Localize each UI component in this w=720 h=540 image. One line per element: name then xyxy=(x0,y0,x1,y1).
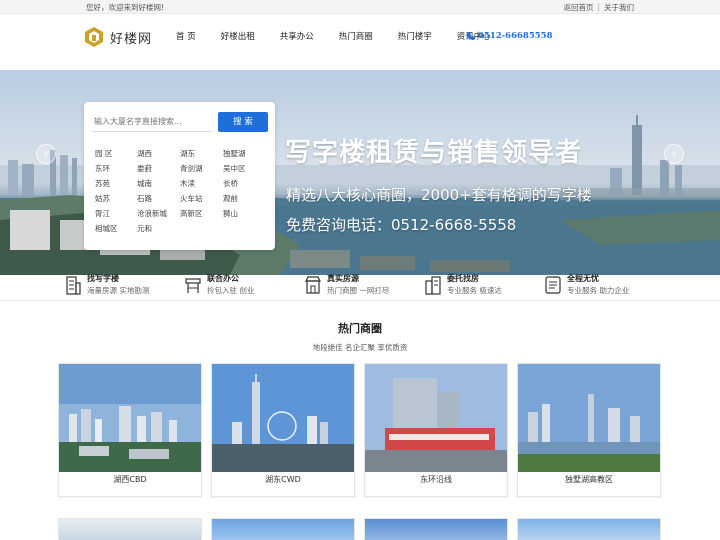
circle-name: 湖东CWD xyxy=(265,475,301,484)
search-button[interactable]: 搜 索 xyxy=(218,112,268,132)
site-name: 好楼网 xyxy=(110,31,153,47)
phone-number: 0512-66685558 xyxy=(478,31,553,41)
circle-card[interactable]: 湖东CWD xyxy=(211,363,355,497)
main-nav: 首 页 好楼出租 共享办公 热门商圈 热门楼宇 资讯中心 xyxy=(168,30,508,44)
district-link[interactable]: 长桥 xyxy=(223,179,267,189)
district-link[interactable]: 娄葑 xyxy=(137,164,180,174)
circle-name: 东环沿线 xyxy=(420,475,452,484)
welcome-text: 您好，欢迎来到好楼网! xyxy=(86,3,165,12)
feature-title: 真实房源 xyxy=(327,274,359,283)
circle-card[interactable]: 独墅湖高教区 xyxy=(517,363,661,497)
phone-icon xyxy=(467,32,475,40)
logo-icon xyxy=(85,27,103,47)
circle-name: 独墅湖高教区 xyxy=(565,475,613,484)
district-link[interactable]: 木渎 xyxy=(180,179,223,189)
circle-name: 湖西CBD xyxy=(113,475,147,484)
city-photo-hudong xyxy=(212,364,354,472)
top-links-separator: | xyxy=(597,2,600,11)
circle-photo xyxy=(59,364,201,472)
district-link[interactable]: 石路 xyxy=(137,194,180,204)
header-phone[interactable]: 0512-66685558 xyxy=(466,31,553,41)
banner-next-button[interactable]: › xyxy=(664,144,684,164)
office-icon xyxy=(425,276,441,295)
feature-strip: 找写字楼 海量房源 实地勘测 联合办公 拎包入驻 创业 真实房源 热门商圈 一网… xyxy=(0,274,720,301)
district-link[interactable]: 高新区 xyxy=(180,209,223,219)
section-subtitle: 地段绝佳 名企汇聚 享优质资 xyxy=(312,343,408,352)
district-link[interactable]: 火车站 xyxy=(180,194,223,204)
district-link[interactable]: 东环 xyxy=(95,164,137,174)
nav-rent[interactable]: 好楼出租 xyxy=(213,30,263,44)
feature-desc: 专业服务 极速达 xyxy=(447,286,502,295)
shop-icon xyxy=(305,276,321,294)
feature-title: 联合办公 xyxy=(207,274,239,283)
home-link[interactable]: 返回首页 xyxy=(563,2,593,13)
banner-headline: 写字楼租赁与销售领导者 xyxy=(285,138,583,168)
district-link[interactable]: 沧浪新城 xyxy=(137,209,180,219)
district-link[interactable]: 湖东 xyxy=(180,149,223,159)
feature-desc: 拎包入驻 创业 xyxy=(207,286,255,295)
circle-card-partial[interactable] xyxy=(58,518,202,540)
top-bar: 您好，欢迎来到好楼网! 返回首页 | 关于我们 xyxy=(0,0,720,14)
header: 好楼网 首 页 好楼出租 共享办公 热门商圈 热门楼宇 资讯中心 0512-66… xyxy=(0,14,720,70)
circle-card-partial[interactable] xyxy=(517,518,661,540)
nav-hot-buildings[interactable]: 热门楼宇 xyxy=(390,30,440,44)
district-link[interactable]: 湖西 xyxy=(137,149,180,159)
section-title: 热门商圈 xyxy=(338,322,382,335)
feature-desc: 专业服务 助力企业 xyxy=(567,286,630,295)
district-link[interactable]: 狮山 xyxy=(223,209,267,219)
banner-subline: 精选八大核心商圈，2000+套有格调的写字楼 xyxy=(286,186,592,204)
search-panel: 搜 索 园 区 湖西 湖东 独墅湖 东环 娄葑 青剑湖 吴中区 苏苑 城南 木渎… xyxy=(84,102,275,250)
circle-card[interactable]: 湖西CBD xyxy=(58,363,202,497)
district-link[interactable]: 胥江 xyxy=(95,209,137,219)
district-link[interactable]: 独墅湖 xyxy=(223,149,267,159)
circle-photo xyxy=(365,364,507,472)
nav-hot-circles[interactable]: 热门商圈 xyxy=(331,30,381,44)
district-link[interactable]: 苏苑 xyxy=(95,179,137,189)
district-link[interactable]: 姑苏 xyxy=(95,194,137,204)
building-icon xyxy=(66,276,81,295)
document-icon xyxy=(545,276,561,294)
city-photo-dushuhu xyxy=(518,364,660,472)
district-link[interactable]: 城南 xyxy=(137,179,180,189)
about-link[interactable]: 关于我们 xyxy=(604,2,634,13)
district-link[interactable]: 观前 xyxy=(223,194,267,204)
circle-card-partial[interactable] xyxy=(211,518,355,540)
circle-photo xyxy=(518,364,660,472)
circle-card[interactable]: 东环沿线 xyxy=(364,363,508,497)
circle-card-partial[interactable] xyxy=(364,518,508,540)
feature-desc: 海量房源 实地勘测 xyxy=(87,286,150,295)
district-link[interactable]: 元和 xyxy=(137,224,180,234)
site-logo[interactable]: 好楼网 xyxy=(84,26,152,48)
district-link[interactable]: 青剑湖 xyxy=(180,164,223,174)
top-links: 返回首页 | 关于我们 xyxy=(563,2,634,13)
district-link[interactable]: 吴中区 xyxy=(223,164,267,174)
banner-prev-button[interactable]: ‹ xyxy=(36,144,56,164)
circle-photo xyxy=(212,364,354,472)
district-link[interactable]: 相城区 xyxy=(95,224,137,234)
feature-title: 委托找房 xyxy=(447,274,479,283)
feature-title: 全程无忧 xyxy=(567,274,599,283)
feature-desc: 热门商圈 一网打尽 xyxy=(327,286,390,295)
nav-home[interactable]: 首 页 xyxy=(168,30,204,44)
district-link[interactable]: 园 区 xyxy=(95,149,137,159)
chevron-right-icon: › xyxy=(671,147,677,161)
district-list: 园 区 湖西 湖东 独墅湖 东环 娄葑 青剑湖 吴中区 苏苑 城南 木渎 长桥 … xyxy=(95,149,267,234)
desk-icon xyxy=(185,278,201,293)
banner-hotline: 免费咨询电话：0512-6668-5558 xyxy=(286,216,517,234)
feature-title: 找写字楼 xyxy=(87,274,119,283)
nav-coworking[interactable]: 共享办公 xyxy=(272,30,322,44)
search-input[interactable] xyxy=(92,112,212,132)
chevron-left-icon: ‹ xyxy=(43,147,49,161)
city-photo-donghuan xyxy=(365,364,507,472)
city-photo-hubei xyxy=(59,364,201,472)
